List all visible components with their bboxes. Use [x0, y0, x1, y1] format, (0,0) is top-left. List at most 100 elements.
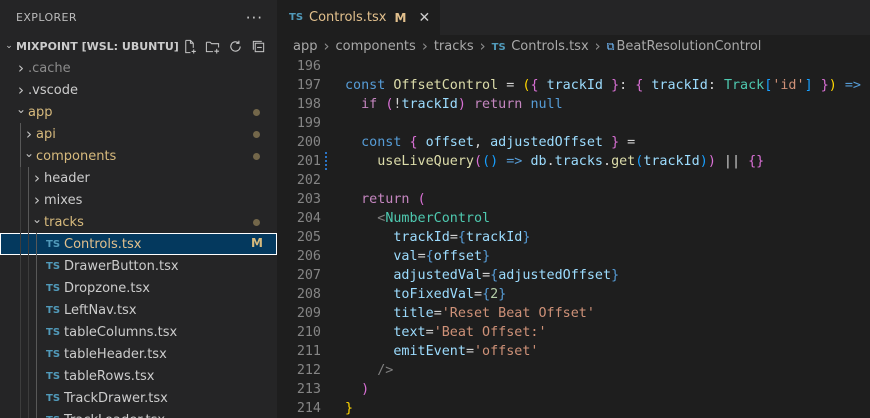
- code-token: adjustedVal: [393, 268, 483, 283]
- tree-file[interactable]: TS tableHeader.tsx: [0, 343, 277, 365]
- code-token: ]: [804, 78, 813, 93]
- tree-folder-mixes[interactable]: › mixes: [0, 189, 277, 211]
- close-icon[interactable]: ✕: [418, 10, 430, 26]
- collapse-all-icon[interactable]: [250, 38, 267, 55]
- modified-dot: [253, 109, 260, 116]
- code-token: }: [345, 401, 354, 416]
- indent-guide: [20, 343, 21, 365]
- indent-guide: [28, 277, 29, 299]
- breadcrumb-item[interactable]: components: [335, 39, 415, 54]
- indent-guide: [28, 167, 29, 189]
- code-token: db: [530, 154, 547, 169]
- tree-item-label: tracks: [44, 214, 84, 230]
- code-line: 210 text='Beat Offset:': [277, 323, 870, 342]
- explorer-header: EXPLORER ···: [0, 0, 277, 35]
- code-token: }: [820, 78, 829, 93]
- tree-folder-tracks[interactable]: ⌄ tracks: [0, 211, 277, 233]
- tree-item-label: header: [44, 170, 90, 186]
- code-line: 202: [277, 171, 870, 190]
- chevron-right-icon: ›: [26, 125, 32, 143]
- code-line: 214}: [277, 399, 870, 418]
- more-actions-icon[interactable]: ···: [246, 9, 263, 27]
- chevron-down-icon: ⌄: [15, 102, 27, 116]
- tree-item-label: TrackLoader.tsx: [64, 413, 277, 418]
- code-token: adjustedOffset: [490, 135, 603, 150]
- code-token: {: [409, 135, 418, 150]
- chevron-right-icon: ›: [323, 37, 330, 55]
- code-token: trackId: [465, 230, 523, 245]
- line-number: 198: [296, 97, 321, 112]
- tree-folder-header[interactable]: › header: [0, 167, 277, 189]
- line-number: 213: [296, 382, 321, 397]
- tree-item-label: components: [36, 148, 117, 164]
- typescript-file-icon: TS: [46, 370, 61, 382]
- indent-guide: [36, 321, 37, 343]
- code-text: text='Beat Offset:': [321, 323, 546, 342]
- tree-folder-vscode[interactable]: › .vscode: [0, 79, 277, 101]
- new-file-icon[interactable]: [181, 38, 198, 55]
- tree-folder-app[interactable]: ⌄ app: [0, 101, 277, 123]
- breadcrumb-item[interactable]: TS Controls.tsx: [492, 39, 589, 54]
- tree-item-label: tableRows.tsx: [64, 368, 155, 384]
- code-token: {: [425, 249, 434, 264]
- line-number: 201: [296, 154, 321, 169]
- code-token: {: [457, 230, 466, 245]
- modified-dot: [253, 131, 260, 138]
- tree-file[interactable]: TS TrackDrawer.tsx: [0, 387, 277, 409]
- code-token: =: [498, 78, 523, 93]
- indent-guide: [36, 299, 37, 321]
- code-token: ): [707, 154, 716, 169]
- tree-folder-cache[interactable]: › .cache: [0, 57, 277, 79]
- new-folder-icon[interactable]: [204, 38, 221, 55]
- breadcrumb-item[interactable]: app: [293, 39, 317, 54]
- tree-folder-api[interactable]: › api: [0, 123, 277, 145]
- indent-guide: [20, 299, 21, 321]
- code-token: NumberControl: [385, 211, 491, 226]
- code-token: tracks: [554, 154, 603, 169]
- tree-item-label: mixes: [44, 192, 83, 208]
- code-line: 205 trackId={trackId}: [277, 228, 870, 247]
- code-token: trackId: [401, 97, 458, 112]
- chevron-right-icon: ›: [34, 191, 40, 209]
- code-text: <NumberControl: [321, 209, 490, 228]
- tree-file[interactable]: TS Dropzone.tsx: [0, 277, 277, 299]
- tab-label: Controls.tsx: [309, 10, 387, 25]
- breadcrumb-item[interactable]: ⧉ BeatResolutionControl: [607, 39, 762, 54]
- code-token: trackId: [393, 230, 450, 245]
- tree-file[interactable]: TS DrawerButton.tsx: [0, 255, 277, 277]
- code-token: get: [611, 154, 636, 169]
- breadcrumb-item[interactable]: tracks: [434, 39, 474, 54]
- code-token: ,: [474, 135, 491, 150]
- code-token: 'offset': [474, 344, 539, 359]
- tree-file[interactable]: TS LeftNav.tsx: [0, 299, 277, 321]
- tree-folder-components[interactable]: ⌄ components: [0, 145, 277, 167]
- line-number: 211: [296, 344, 321, 359]
- chevron-down-icon: ⌄: [31, 212, 43, 226]
- workspace-header[interactable]: ⌄ MIXPOINT [WSL: UBUNTU]: [0, 35, 277, 57]
- tree-file[interactable]: TS tableColumns.tsx: [0, 321, 277, 343]
- code-token: 'Reset Beat Offset': [441, 306, 595, 321]
- code-token: return: [474, 97, 523, 112]
- code-editor[interactable]: 196 197 const OffsetControl = ({ trackId }…: [277, 57, 870, 418]
- chevron-right-icon: ›: [479, 37, 486, 55]
- line-number: 203: [296, 192, 321, 207]
- code-token: {}: [748, 154, 765, 169]
- code-token: null: [530, 97, 563, 112]
- tab-controls-tsx[interactable]: TS Controls.tsx M ✕: [277, 0, 441, 35]
- tree-file[interactable]: TSTrackLoader.tsx: [0, 409, 277, 418]
- modified-dot: [253, 219, 260, 226]
- tree-file[interactable]: TS tableRows.tsx: [0, 365, 277, 387]
- workspace-actions: [181, 38, 277, 55]
- refresh-icon[interactable]: [227, 38, 244, 55]
- typescript-file-icon: TS: [46, 282, 61, 294]
- indent-guide: [20, 123, 21, 145]
- code-token: emitEvent: [393, 344, 466, 359]
- code-line: 208 toFixedVal={2}: [277, 285, 870, 304]
- code-token: (: [474, 154, 483, 169]
- tree-file[interactable]: TS Controls.tsx M: [0, 233, 277, 255]
- indent-guide: [28, 299, 29, 321]
- code-token: =: [619, 135, 636, 150]
